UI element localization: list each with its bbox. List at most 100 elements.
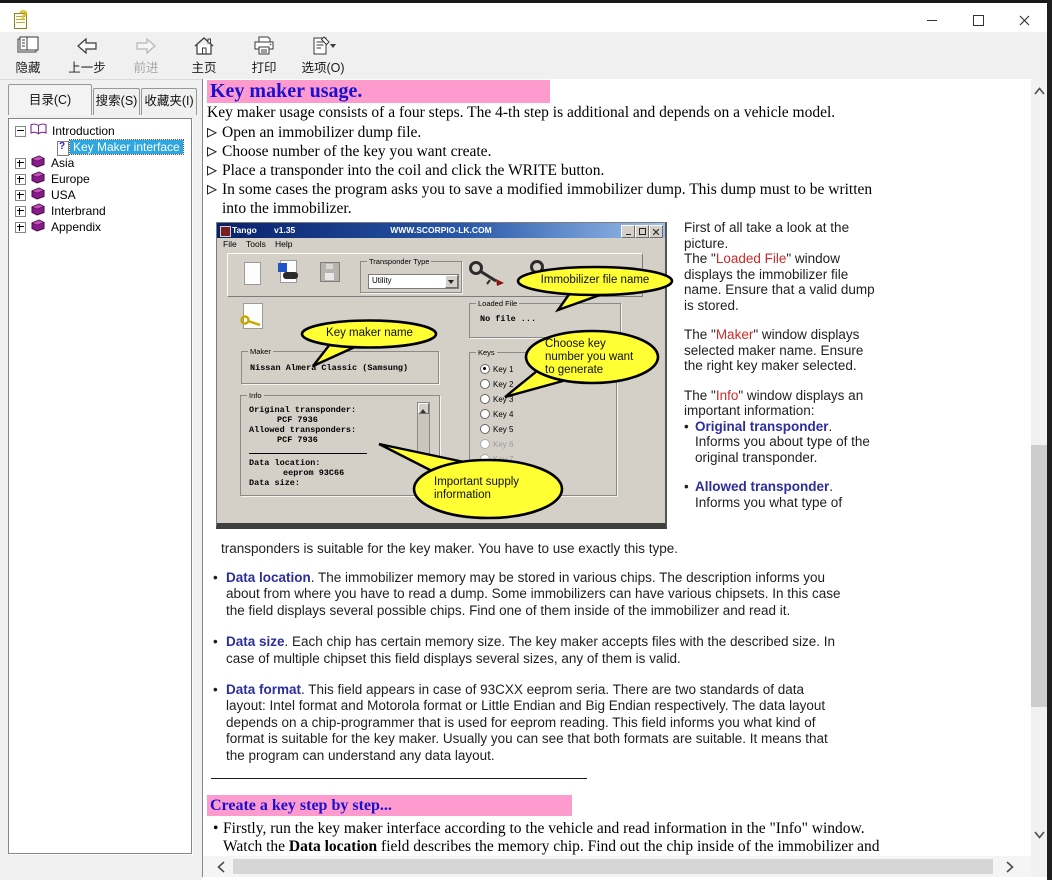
maker-label: Maker <box>248 347 273 356</box>
back-label: 上一步 <box>68 61 106 75</box>
hide-label: 隐藏 <box>15 61 40 75</box>
horizontal-scroll-thumb[interactable] <box>233 859 993 874</box>
keys-label: Keys <box>476 348 497 357</box>
step-item: In some cases the program asks you to sa… <box>207 180 889 218</box>
tab-favorites[interactable]: 收藏夹(I) <box>141 88 197 115</box>
tree-item-asia[interactable]: Asia <box>10 155 190 171</box>
side-bullet: Original transponder. Informs you about … <box>684 419 878 466</box>
collapse-expander-icon[interactable] <box>15 126 26 137</box>
tree-item-appendix[interactable]: Appendix <box>10 219 190 235</box>
callout-choose-key-number: Choose key number you want to generate <box>501 329 661 401</box>
topic-content-pane: Key maker usage. Key maker usage consist… <box>202 79 1048 877</box>
tango-menu-file: File <box>223 239 237 249</box>
loaded-file-label: Loaded File <box>476 299 519 308</box>
tree-label: USA <box>48 188 79 202</box>
scroll-up-icon <box>418 403 429 414</box>
horizontal-rule <box>211 778 587 779</box>
transponder-type-group: Transponder Type Utility <box>360 261 462 293</box>
scroll-up-icon[interactable] <box>1034 87 1045 95</box>
scroll-right-icon[interactable] <box>1006 861 1014 873</box>
callout-immobilizer-file-name: Immobilizer file name <box>515 266 680 318</box>
print-button[interactable]: 打印 <box>242 35 286 77</box>
forward-label: 前进 <box>133 61 158 75</box>
info-divider <box>249 453 367 454</box>
help-viewer-window: ? 隐藏 上一步 前进 <box>0 0 1052 880</box>
maximize-button[interactable] <box>955 6 1001 35</box>
bullet-data-size: Data size. Each chip has certain memory … <box>213 634 845 667</box>
closed-book-icon <box>30 187 46 203</box>
tree-item-introduction[interactable]: Introduction <box>10 123 190 139</box>
forward-arrow-icon <box>135 36 157 56</box>
print-icon <box>252 36 276 56</box>
closed-book-icon <box>30 203 46 219</box>
usage-steps: Open an immobilizer dump file. Choose nu… <box>207 123 889 218</box>
side-paragraph: The "Info" window displays an important … <box>684 388 878 419</box>
back-button[interactable]: 上一步 <box>61 35 113 77</box>
expand-expander-icon[interactable] <box>15 174 26 185</box>
print-label: 打印 <box>251 61 276 75</box>
tree-item-interbrand[interactable]: Interbrand <box>10 203 190 219</box>
transponder-type-value: Utility <box>372 276 392 285</box>
horizontal-scrollbar[interactable] <box>203 856 1031 877</box>
hide-pane-icon <box>16 36 40 56</box>
close-icon <box>1019 15 1030 26</box>
back-arrow-icon <box>76 36 98 56</box>
options-button[interactable]: 选项(O) <box>294 35 352 77</box>
step-arrow-icon <box>207 185 217 195</box>
minimize-icon <box>927 20 937 21</box>
new-file-icon <box>244 262 261 285</box>
dropdown-caret-icon <box>445 275 458 288</box>
tree-item-usa[interactable]: USA <box>10 187 190 203</box>
expand-expander-icon[interactable] <box>15 206 26 217</box>
help-file-icon: ? <box>14 11 30 28</box>
tree-item-key-maker-interface[interactable]: ? Key Maker interface <box>10 139 190 155</box>
hide-button[interactable]: 隐藏 <box>6 35 50 77</box>
expand-expander-icon[interactable] <box>15 190 26 201</box>
tango-maximize-icon <box>635 225 649 238</box>
vertical-scrollbar[interactable] <box>1031 79 1048 877</box>
vertical-scroll-thumb[interactable] <box>1031 445 1048 707</box>
wrap-continuation-text: transponders is suitable for the key mak… <box>221 541 921 556</box>
step-arrow-icon <box>207 166 217 176</box>
bullet-data-location: Data location. The immobilizer memory ma… <box>213 570 845 619</box>
tree-label: Introduction <box>49 124 118 138</box>
info-line: eeprom 93C66 <box>283 468 344 478</box>
loaded-file-ref: Loaded File <box>716 251 787 266</box>
tree-item-europe[interactable]: Europe <box>10 171 190 187</box>
closed-book-icon <box>30 219 46 235</box>
home-button[interactable]: 主页 <box>182 35 226 77</box>
info-line: Allowed transponders: <box>249 425 356 435</box>
main-toolbar: 隐藏 上一步 前进 主页 <box>0 32 1047 80</box>
tab-search[interactable]: 搜索(S) <box>93 88 140 115</box>
bullet-data-format: Data format. This field appears in case … <box>213 682 845 764</box>
minimize-button[interactable] <box>909 6 955 35</box>
open-file-icon <box>280 260 297 283</box>
info-line: PCF 7936 <box>277 435 318 445</box>
side-paragraph: The "Maker" window displays selected mak… <box>684 327 878 374</box>
scroll-down-icon[interactable] <box>1034 831 1045 839</box>
side-explanation: First of all take a look at the picture.… <box>684 220 878 510</box>
scroll-left-icon[interactable] <box>217 861 225 873</box>
callout-important-supply-information: Important supply information <box>372 438 572 523</box>
transponder-type-label: Transponder Type <box>367 257 431 266</box>
side-paragraph: First of all take a look at the picture. <box>684 220 878 251</box>
info-line: Data location: <box>249 458 320 468</box>
tree-label: Appendix <box>48 220 104 234</box>
tab-contents-label: 目录(C) <box>29 93 71 107</box>
save-file-icon <box>320 262 340 282</box>
step-item: Open an immobilizer dump file. <box>207 123 889 142</box>
section-heading: Create a key step by step... <box>207 795 572 816</box>
step-arrow-icon <box>207 147 217 157</box>
info-line: PCF 7936 <box>277 415 318 425</box>
info-line: Original transponder: <box>249 405 356 415</box>
expand-expander-icon[interactable] <box>15 158 26 169</box>
options-icon <box>310 36 336 56</box>
navigation-pane: 目录(C) 搜索(S) 收藏夹(I) Introduction ? Key Ma… <box>0 80 202 880</box>
tab-contents[interactable]: 目录(C) <box>8 84 92 115</box>
closed-book-icon <box>30 155 46 171</box>
close-button[interactable] <box>1001 6 1047 35</box>
expand-expander-icon[interactable] <box>15 222 26 233</box>
key-icon <box>466 259 506 289</box>
tango-menu-help: Help <box>275 239 292 249</box>
callout-key-maker-name: Key maker name <box>297 319 442 369</box>
